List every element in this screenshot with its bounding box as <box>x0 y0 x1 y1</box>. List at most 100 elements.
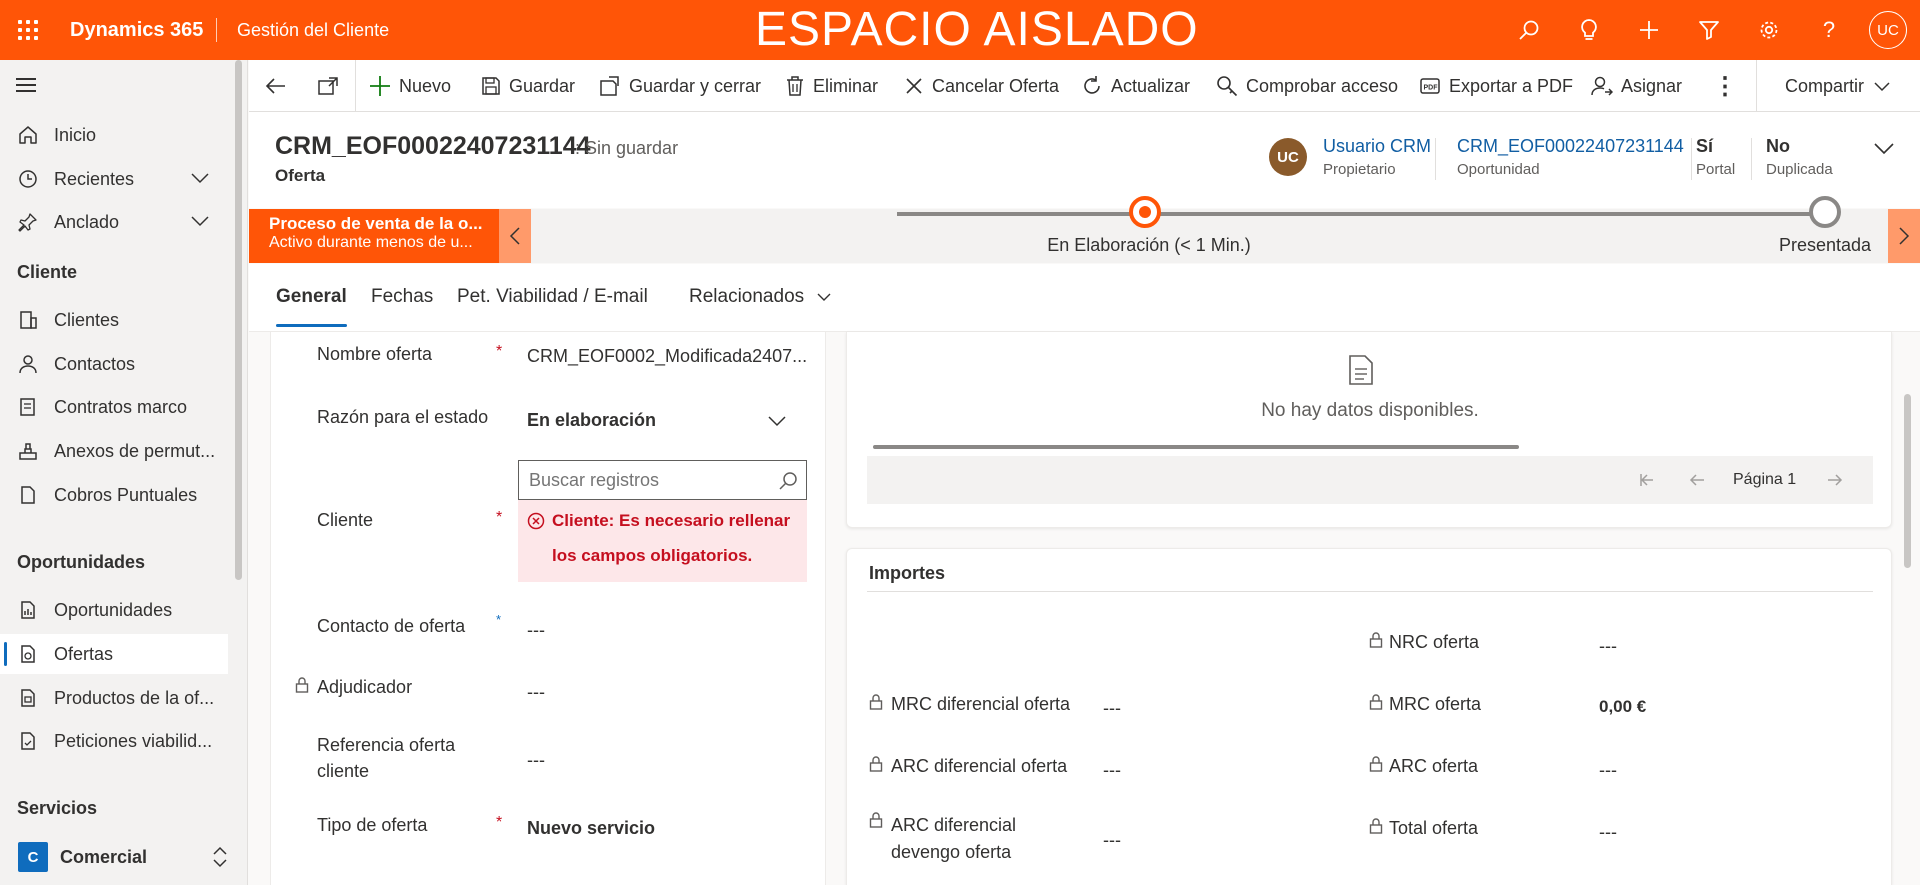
importes-title: Importes <box>869 563 946 583</box>
sidebar-item-contratos[interactable]: Contratos marco <box>0 387 228 427</box>
nuevo-button[interactable]: Nuevo <box>369 60 451 112</box>
back-button[interactable] <box>265 60 295 112</box>
sidebar-item-anclado[interactable]: Anclado <box>0 202 228 242</box>
record-title: CRM_EOF00022407231144 <box>275 132 591 160</box>
tab-general[interactable]: General <box>276 286 347 327</box>
section-oportunidades: Oportunidades <box>17 552 146 572</box>
lightbulb-icon[interactable] <box>1575 16 1603 44</box>
tab-viabilidad[interactable]: Pet. Viabilidad / E-mail <box>457 286 648 308</box>
contacto-oferta-field[interactable]: --- <box>527 620 545 641</box>
razon-estado-label: Razón para el estado <box>317 407 489 427</box>
opportunity-link[interactable]: CRM_EOF00022407231144 <box>1457 136 1684 157</box>
sidebar-item-productos[interactable]: Productos de la of... <box>0 678 228 718</box>
exportar-pdf-button[interactable]: PDF Exportar a PDF <box>1419 60 1573 112</box>
portal-value: Sí <box>1696 136 1714 156</box>
next-page-icon[interactable] <box>1827 472 1843 488</box>
area-switcher[interactable]: C Comercial <box>18 835 228 879</box>
brand-name[interactable]: Dynamics 365 <box>70 19 203 42</box>
filter-icon[interactable] <box>1695 16 1723 44</box>
process-stage-card[interactable]: Proceso de venta de la o... Activo duran… <box>249 209 499 263</box>
top-bar: Dynamics 365 Gestión del Cliente ESPACIO… <box>0 0 1920 60</box>
tipo-oferta-field[interactable]: Nuevo servicio <box>527 818 655 839</box>
sidebar-item-oportunidades[interactable]: Oportunidades <box>0 590 228 630</box>
app-name[interactable]: Gestión del Cliente <box>237 20 389 41</box>
required-marker: * <box>496 814 503 831</box>
search-icon[interactable] <box>778 471 798 491</box>
user-avatar[interactable]: UC <box>1869 11 1907 49</box>
stage-label-active[interactable]: En Elaboración (< 1 Min.) <box>1009 235 1289 256</box>
sidebar-item-inicio[interactable]: Inicio <box>0 115 228 155</box>
main-scrollbar[interactable] <box>1904 394 1911 568</box>
sidebar-item-anexos[interactable]: Anexos de permut... <box>0 431 228 471</box>
first-page-icon[interactable] <box>1639 472 1655 488</box>
asignar-button[interactable]: Asignar <box>1591 60 1682 112</box>
bpf-next-button[interactable] <box>1888 209 1920 263</box>
no-data-message: No hay datos disponibles. <box>1261 400 1479 421</box>
sandbox-banner: ESPACIO AISLADO <box>755 3 1199 56</box>
sidebar-item-ofertas[interactable]: Ofertas <box>0 634 228 674</box>
popout-button[interactable] <box>317 60 347 112</box>
sidebar-item-recientes[interactable]: Recientes <box>0 159 228 199</box>
chevron-updown-icon <box>213 846 227 868</box>
process-name: Proceso de venta de la o... <box>269 214 483 233</box>
gear-icon[interactable] <box>1755 16 1783 44</box>
unsaved-indicator: : Sin guardar <box>575 138 679 158</box>
sidebar-item-cobros[interactable]: Cobros Puntuales <box>0 475 228 515</box>
search-icon[interactable] <box>1515 16 1543 44</box>
sidebar-item-label: Ofertas <box>54 643 114 664</box>
arc-devengo-value: --- <box>1103 830 1121 850</box>
cliente-search-input[interactable] <box>529 470 769 491</box>
lock-icon <box>295 677 309 693</box>
razon-estado-select[interactable]: En elaboración <box>527 410 656 431</box>
arc-oferta-value: --- <box>1599 760 1617 780</box>
chevron-down-icon[interactable] <box>1873 142 1895 156</box>
referencia-oferta-field[interactable]: --- <box>527 750 545 771</box>
help-icon[interactable]: ? <box>1815 16 1843 44</box>
sidebar-scrollbar[interactable] <box>235 60 242 580</box>
comprobar-acceso-button[interactable]: Comprobar acceso <box>1216 60 1398 112</box>
refresh-icon <box>1084 76 1100 94</box>
eliminar-button[interactable]: Eliminar <box>785 60 878 112</box>
guardar-cerrar-button[interactable]: Guardar y cerrar <box>599 60 761 112</box>
sidebar-item-clientes[interactable]: Clientes <box>0 300 228 340</box>
building-icon <box>16 310 40 330</box>
actualizar-button[interactable]: Actualizar <box>1081 60 1190 112</box>
required-marker: * <box>496 509 503 526</box>
prev-page-icon[interactable] <box>1689 472 1705 488</box>
sidebar-item-contactos[interactable]: Contactos <box>0 344 228 384</box>
nombre-oferta-field[interactable]: CRM_EOF0002_Modificada2407... <box>527 346 807 367</box>
save-icon <box>482 77 500 95</box>
compartir-button[interactable]: Compartir <box>1785 60 1898 112</box>
header-owner: Usuario CRM Propietario <box>1323 136 1431 178</box>
owner-link[interactable]: Usuario CRM <box>1323 136 1431 157</box>
header-opportunity: CRM_EOF00022407231144 Oportunidad <box>1457 136 1684 178</box>
sidebar-item-peticiones[interactable]: Peticiones viabilid... <box>0 721 228 761</box>
plus-icon[interactable] <box>1635 16 1663 44</box>
cancelar-oferta-button[interactable]: Cancelar Oferta <box>904 60 1059 112</box>
guardar-button[interactable]: Guardar <box>481 60 575 112</box>
tab-fechas[interactable]: Fechas <box>371 286 433 308</box>
chevron-down-icon[interactable] <box>190 171 210 185</box>
tab-relacionados-label: Relacionados <box>689 286 805 307</box>
app-launcher-icon[interactable] <box>16 18 40 42</box>
chevron-down-icon[interactable] <box>767 414 787 428</box>
save-close-icon <box>600 76 619 96</box>
sidebar-item-label: Inicio <box>54 124 97 145</box>
chevron-right-icon <box>1899 227 1910 245</box>
command-divider <box>355 60 356 112</box>
section-divider <box>867 591 1873 592</box>
grid-horizontal-scrollbar[interactable] <box>873 445 1519 449</box>
more-commands-icon[interactable]: ⋮ <box>1713 60 1738 112</box>
cliente-lookup[interactable] <box>518 460 807 500</box>
chevron-down-icon[interactable] <box>190 214 210 228</box>
tab-relacionados[interactable]: Relacionados <box>689 286 831 308</box>
stage-node-next[interactable] <box>1809 196 1841 228</box>
close-icon <box>906 78 922 94</box>
arc-oferta-label: ARC oferta <box>1389 756 1479 776</box>
grid-pager: Página 1 <box>867 456 1873 504</box>
stage-node-active[interactable] <box>1129 196 1161 228</box>
bpf-prev-button[interactable] <box>499 209 531 263</box>
arc-devengo-label: ARC diferencial devengo oferta <box>891 815 1017 862</box>
nombre-oferta-label: Nombre oferta <box>317 344 433 364</box>
hamburger-menu-icon[interactable] <box>16 78 36 96</box>
